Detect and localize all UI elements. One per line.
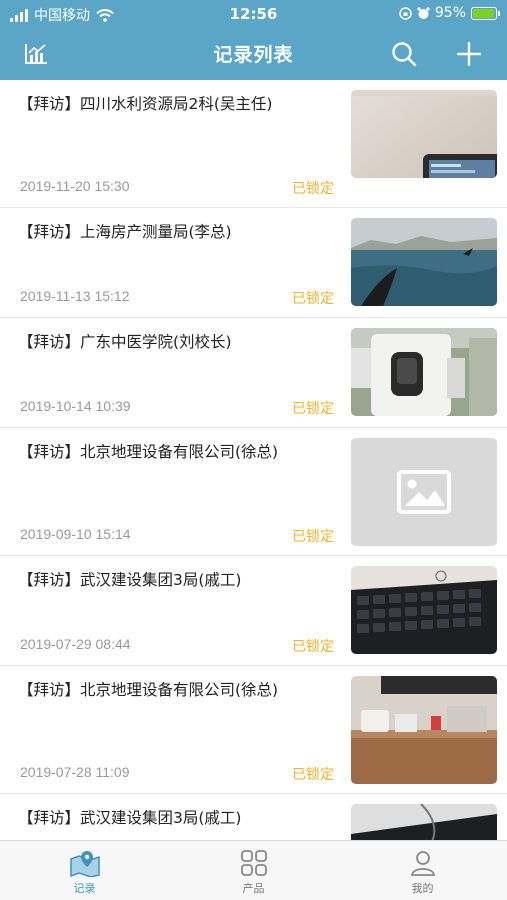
record-item[interactable]: 【拜访】北京地理设备有限公司(徐总) 2019-07-28 11:09 已锁定 <box>0 666 507 794</box>
image-icon <box>397 470 451 514</box>
status-badge: 已锁定 <box>292 639 334 655</box>
status-badge: 已锁定 <box>292 767 334 783</box>
record-date: 2019-07-29 08:44 <box>20 636 131 652</box>
record-date: 2019-11-20 15:30 <box>20 178 130 194</box>
record-list: 【拜访】四川水利资源局2科(吴主任) 2019-11-20 15:30 已锁定 … <box>0 80 507 840</box>
record-date: 2019-10-14 10:39 <box>20 398 131 414</box>
plus-icon <box>457 42 481 66</box>
office-desk-photo <box>351 676 497 784</box>
battery-icon <box>471 6 500 20</box>
tab-label: 记录 <box>73 882 96 895</box>
map-pin-icon <box>69 851 100 877</box>
keyboard-photo <box>351 566 497 654</box>
tab-bar: 记录 产品 我的 <box>0 840 507 900</box>
tab-label: 我的 <box>411 882 434 895</box>
record-title: 【拜访】四川水利资源局2科(吴主任) <box>18 95 273 113</box>
battery-percent: 95% <box>434 5 466 21</box>
record-item[interactable]: 【拜访】武汉建设集团3局(戚工) 2019-07-29 08:44 已锁定 <box>0 556 507 666</box>
record-title: 【拜访】广东中医学院(刘校长) <box>18 333 232 351</box>
record-date: 2019-07-28 11:09 <box>20 764 130 780</box>
status-badge: 已锁定 <box>292 529 334 545</box>
image-placeholder <box>351 438 497 546</box>
record-title: 【拜访】上海房产测量局(李总) <box>18 223 232 241</box>
record-item[interactable]: 【拜访】武汉建设集团3局(戚工) <box>0 794 507 840</box>
search-icon <box>392 42 417 67</box>
tab-products[interactable]: 产品 <box>169 841 338 900</box>
status-badge: 已锁定 <box>292 181 334 197</box>
record-date: 2019-09-10 15:14 <box>20 526 131 542</box>
tab-records[interactable]: 记录 <box>0 841 169 900</box>
record-title: 【拜访】武汉建设集团3局(戚工) <box>18 571 242 589</box>
tab-profile[interactable]: 我的 <box>338 841 507 900</box>
user-icon <box>410 851 435 876</box>
cable-photo <box>351 804 497 840</box>
status-badge: 已锁定 <box>292 291 334 307</box>
add-record-button[interactable] <box>451 36 487 72</box>
record-item[interactable]: 【拜访】北京地理设备有限公司(徐总) 2019-09-10 15:14 已锁定 <box>0 428 507 556</box>
search-button[interactable] <box>386 36 422 72</box>
record-title: 【拜访】北京地理设备有限公司(徐总) <box>18 681 279 699</box>
rotation-lock-icon <box>399 6 412 20</box>
record-date: 2019-11-13 15:12 <box>20 288 130 304</box>
record-item[interactable]: 【拜访】上海房产测量局(李总) 2019-11-13 15:12 已锁定 <box>0 208 507 318</box>
grid-icon <box>240 850 267 876</box>
page-title: 记录列表 <box>213 44 294 66</box>
tab-label: 产品 <box>242 882 265 895</box>
navbar: 记录列表 <box>0 28 507 80</box>
record-title: 【拜访】武汉建设集团3局(戚工) <box>18 809 242 827</box>
status-bar: 中国移动 12:56 95% <box>0 0 507 28</box>
header-area: 中国移动 12:56 95% 记录列表 <box>0 0 507 80</box>
alarm-icon <box>417 6 430 19</box>
wall-monitor-photo <box>351 90 497 178</box>
record-title: 【拜访】北京地理设备有限公司(徐总) <box>18 443 279 461</box>
record-item[interactable]: 【拜访】广东中医学院(刘校长) 2019-10-14 10:39 已锁定 <box>0 318 507 428</box>
status-badge: 已锁定 <box>292 401 334 417</box>
survey-instrument-photo <box>351 328 497 416</box>
record-item[interactable]: 【拜访】四川水利资源局2科(吴主任) 2019-11-20 15:30 已锁定 <box>0 80 507 208</box>
sea-whale-photo <box>351 218 497 306</box>
